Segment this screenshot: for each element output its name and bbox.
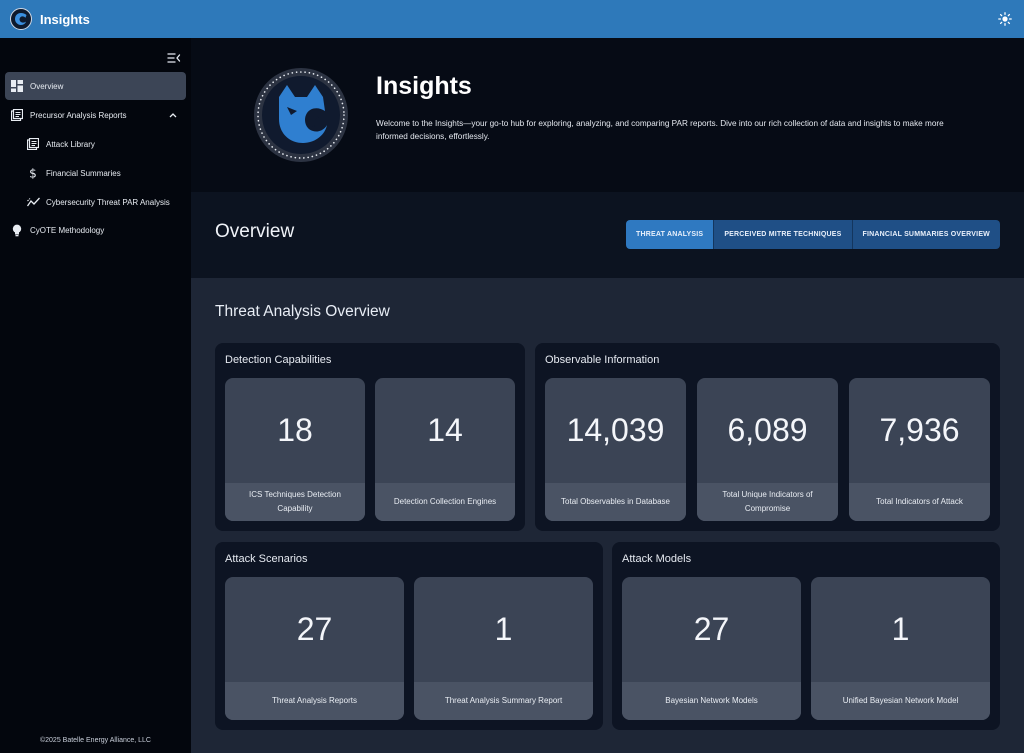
- stat-card: 27 Bayesian Network Models: [622, 577, 801, 720]
- stat-card: 14 Detection Collection Engines: [375, 378, 515, 521]
- sidebar-item-label: Cybersecurity Threat PAR Analysis: [46, 197, 170, 207]
- stat-card: 6,089 Total Unique Indicators of Comprom…: [697, 378, 838, 521]
- sidebar-item-label: Financial Summaries: [46, 168, 121, 178]
- sidebar-item-financial-summaries[interactable]: $ Financial Summaries: [5, 159, 186, 187]
- stat-value: 27: [296, 611, 333, 647]
- overview-tabs: THREAT ANALYSIS PERCEIVED MITRE TECHNIQU…: [626, 220, 1000, 249]
- hero-banner: Insights Welcome to the Insights—your go…: [191, 38, 1024, 192]
- stat-card: 27 Threat Analysis Reports: [225, 577, 404, 720]
- svg-text:$: $: [29, 167, 37, 179]
- trend-line-icon: [26, 195, 40, 209]
- sidebar: Overview Precursor Analysis Reports Atta…: [0, 38, 191, 753]
- stat-value: 27: [693, 611, 730, 647]
- sidebar-item-label: Overview: [30, 81, 64, 91]
- copyright-text: ©2025 Batelle Energy Alliance, LLC: [39, 737, 151, 744]
- hero-title: Insights: [376, 72, 472, 100]
- stat-value: 1: [891, 611, 910, 647]
- stat-label: Unified Bayesian Network Model: [811, 682, 990, 720]
- stat-label: Threat Analysis Summary Report: [414, 682, 593, 720]
- section-title: Threat Analysis Overview: [215, 303, 390, 320]
- stat-value: 6,089: [727, 412, 808, 448]
- attack-models-panel: Attack Models 27 Bayesian Network Models…: [612, 542, 1000, 730]
- sidebar-item-overview[interactable]: Overview: [5, 72, 186, 100]
- cyote-wolf-logo-icon: [253, 67, 349, 163]
- observable-information-panel: Observable Information 14,039 Total Obse…: [535, 343, 1000, 531]
- stat-label: Total Unique Indicators of Compromise: [697, 483, 838, 521]
- overview-header: Overview THREAT ANALYSIS PERCEIVED MITRE…: [191, 192, 1024, 278]
- dashboard-icon: [10, 79, 24, 93]
- reports-icon: [10, 108, 24, 122]
- sidebar-item-attack-library[interactable]: Attack Library: [5, 130, 186, 158]
- stat-card: 18 ICS Techniques Detection Capability: [225, 378, 365, 521]
- library-icon: [26, 137, 40, 151]
- stat-value: 14: [427, 412, 463, 448]
- panel-title: Detection Capabilities: [225, 354, 332, 366]
- panel-title: Observable Information: [545, 354, 660, 366]
- tab-financial-summaries-overview[interactable]: FINANCIAL SUMMARIES OVERVIEW: [851, 220, 1000, 249]
- panel-title: Attack Scenarios: [225, 553, 308, 565]
- stat-value: 14,039: [566, 412, 665, 448]
- tab-threat-analysis[interactable]: THREAT ANALYSIS: [626, 220, 714, 249]
- stat-label: Detection Collection Engines: [375, 483, 515, 521]
- stat-label: Total Observables in Database: [545, 483, 686, 521]
- stat-label: Threat Analysis Reports: [225, 682, 404, 720]
- panel-title: Attack Models: [622, 553, 692, 565]
- stat-label: Bayesian Network Models: [622, 682, 801, 720]
- attack-scenarios-panel: Attack Scenarios 27 Threat Analysis Repo…: [215, 542, 603, 730]
- stat-card: 7,936 Total Indicators of Attack: [849, 378, 990, 521]
- sidebar-item-label: Attack Library: [46, 139, 95, 149]
- detection-capabilities-panel: Detection Capabilities 18 ICS Techniques…: [215, 343, 525, 531]
- stat-card: 1 Unified Bayesian Network Model: [811, 577, 990, 720]
- sidebar-item-cyote-methodology[interactable]: CyOTE Methodology: [5, 216, 186, 244]
- stat-value: 18: [277, 412, 313, 448]
- dollar-icon: $: [26, 166, 40, 180]
- stat-card: 1 Threat Analysis Summary Report: [414, 577, 593, 720]
- sidebar-item-cybersecurity-threat-par-analysis[interactable]: Cybersecurity Threat PAR Analysis: [5, 188, 186, 216]
- collapse-menu-icon[interactable]: [167, 51, 181, 63]
- overview-title: Overview: [215, 221, 295, 242]
- sidebar-item-precursor-analysis-reports[interactable]: Precursor Analysis Reports: [5, 101, 186, 129]
- lightbulb-icon: [10, 223, 24, 237]
- top-app-bar: Insights: [0, 0, 1024, 38]
- sidebar-item-label: Precursor Analysis Reports: [30, 110, 127, 120]
- stat-label: Total Indicators of Attack: [849, 483, 990, 521]
- tab-perceived-mitre-techniques[interactable]: PERCEIVED MITRE TECHNIQUES: [713, 220, 852, 249]
- app-title: Insights: [40, 11, 90, 27]
- stat-value: 1: [494, 611, 513, 647]
- cyote-logo-icon[interactable]: [10, 8, 32, 30]
- stat-label: ICS Techniques Detection Capability: [225, 483, 365, 521]
- sidebar-item-label: CyOTE Methodology: [30, 225, 105, 235]
- chevron-up-icon[interactable]: [168, 110, 178, 120]
- sun-icon[interactable]: [996, 10, 1014, 28]
- hero-description: Welcome to the Insights—your go-to hub f…: [376, 119, 944, 141]
- stat-card: 14,039 Total Observables in Database: [545, 378, 686, 521]
- stat-value: 7,936: [879, 412, 960, 448]
